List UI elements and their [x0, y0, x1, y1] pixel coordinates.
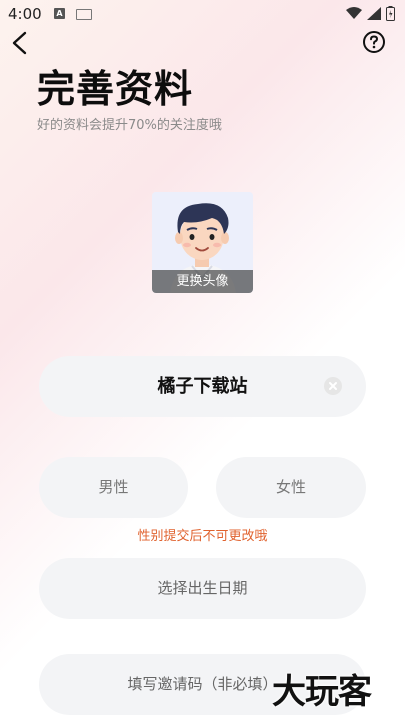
keyboard-icon [76, 9, 92, 20]
close-icon [329, 382, 337, 390]
wifi-icon [346, 7, 362, 19]
clear-nickname-button[interactable] [324, 377, 342, 395]
chevron-left-icon [12, 31, 27, 55]
avatar[interactable]: 更换头像 [152, 192, 253, 293]
gender-male-option[interactable]: 男性 [39, 457, 188, 518]
status-icons [346, 6, 395, 21]
question-icon [363, 31, 385, 53]
status-bar: 4:00 A [0, 0, 405, 28]
gender-hint: 性别提交后不可更改哦 [137, 529, 268, 544]
page-subtitle: 好的资料会提升70%的关注度哦 [37, 118, 222, 133]
battery-icon [386, 6, 395, 21]
birthday-picker[interactable]: 选择出生日期 [39, 558, 366, 619]
status-time: 4:00 [8, 5, 42, 23]
nickname-input[interactable]: 橘子下载站 [39, 356, 366, 417]
change-avatar-label: 更换头像 [152, 270, 253, 293]
notification-a-icon: A [54, 8, 65, 19]
back-button[interactable] [8, 30, 34, 56]
signal-icon [367, 7, 381, 20]
page-title: 完善资料 [37, 67, 194, 111]
gender-female-option[interactable]: 女性 [216, 457, 366, 518]
help-button[interactable] [362, 30, 386, 54]
watermark-logo: 大玩客 [272, 672, 372, 712]
